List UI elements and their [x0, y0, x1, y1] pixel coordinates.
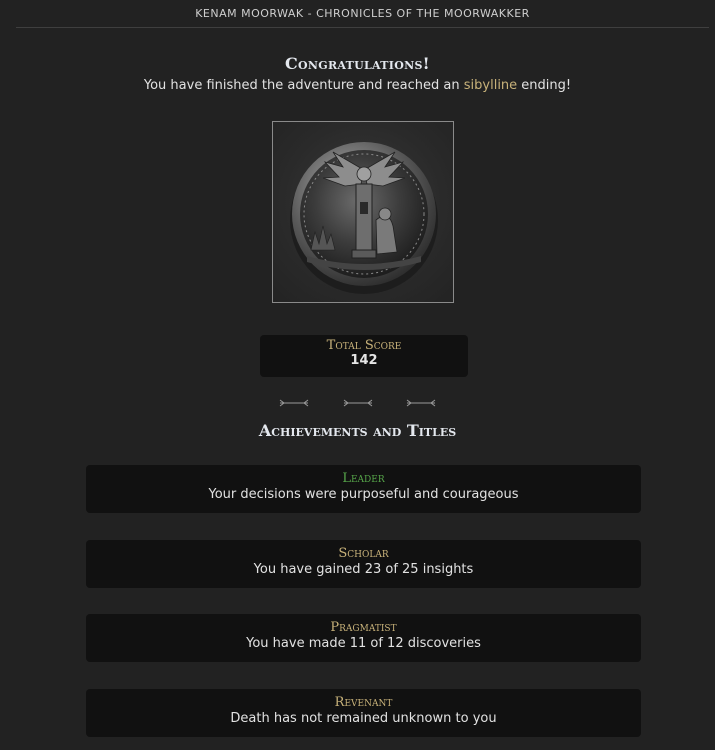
achievement-name: Revenant [334, 695, 393, 710]
ending-type: sibylline [463, 78, 518, 93]
achievement-description: You have gained 23 of 25 insights [253, 562, 474, 577]
game-title: KENAM MOORWAK - CHRONICLES OF THE MOORWA… [195, 7, 530, 20]
achievement-description: Death has not remained unknown to you [230, 711, 497, 726]
congratulations-heading: Congratulations! [284, 54, 431, 73]
achievement-card-scholar: Scholar You have gained 23 of 25 insight… [86, 540, 641, 588]
achievement-name: Scholar [338, 546, 389, 561]
ending-text-after: ending! [517, 78, 572, 93]
ornamental-divider [0, 393, 715, 407]
arrow-ornament-icon [342, 393, 374, 412]
ending-medal-image [272, 121, 454, 303]
achievements-heading: Achievements and Titles [258, 421, 457, 440]
arrow-ornament-icon [405, 393, 437, 412]
achievement-card-revenant: Revenant Death has not remained unknown … [86, 689, 641, 737]
achievement-card-pragmatist: Pragmatist You have made 11 of 12 discov… [86, 614, 641, 662]
achievement-card-leader: Leader Your decisions were purposeful an… [86, 465, 641, 513]
medal-seal-icon [290, 142, 438, 294]
ending-summary: You have finished the adventure and reac… [0, 78, 715, 93]
window-title-bar: KENAM MOORWAK - CHRONICLES OF THE MOORWA… [16, 0, 709, 28]
total-score-value: 142 [350, 353, 378, 368]
achievement-name: Pragmatist [330, 620, 397, 635]
total-score-label: Total Score [326, 338, 402, 353]
achievement-name: Leader [342, 471, 385, 486]
achievement-description: Your decisions were purposeful and coura… [208, 487, 519, 502]
total-score-panel: Total Score 142 [260, 335, 468, 377]
ending-text-before: You have finished the adventure and reac… [143, 78, 464, 93]
achievement-description: You have made 11 of 12 discoveries [246, 636, 481, 651]
arrow-ornament-icon [278, 393, 310, 412]
